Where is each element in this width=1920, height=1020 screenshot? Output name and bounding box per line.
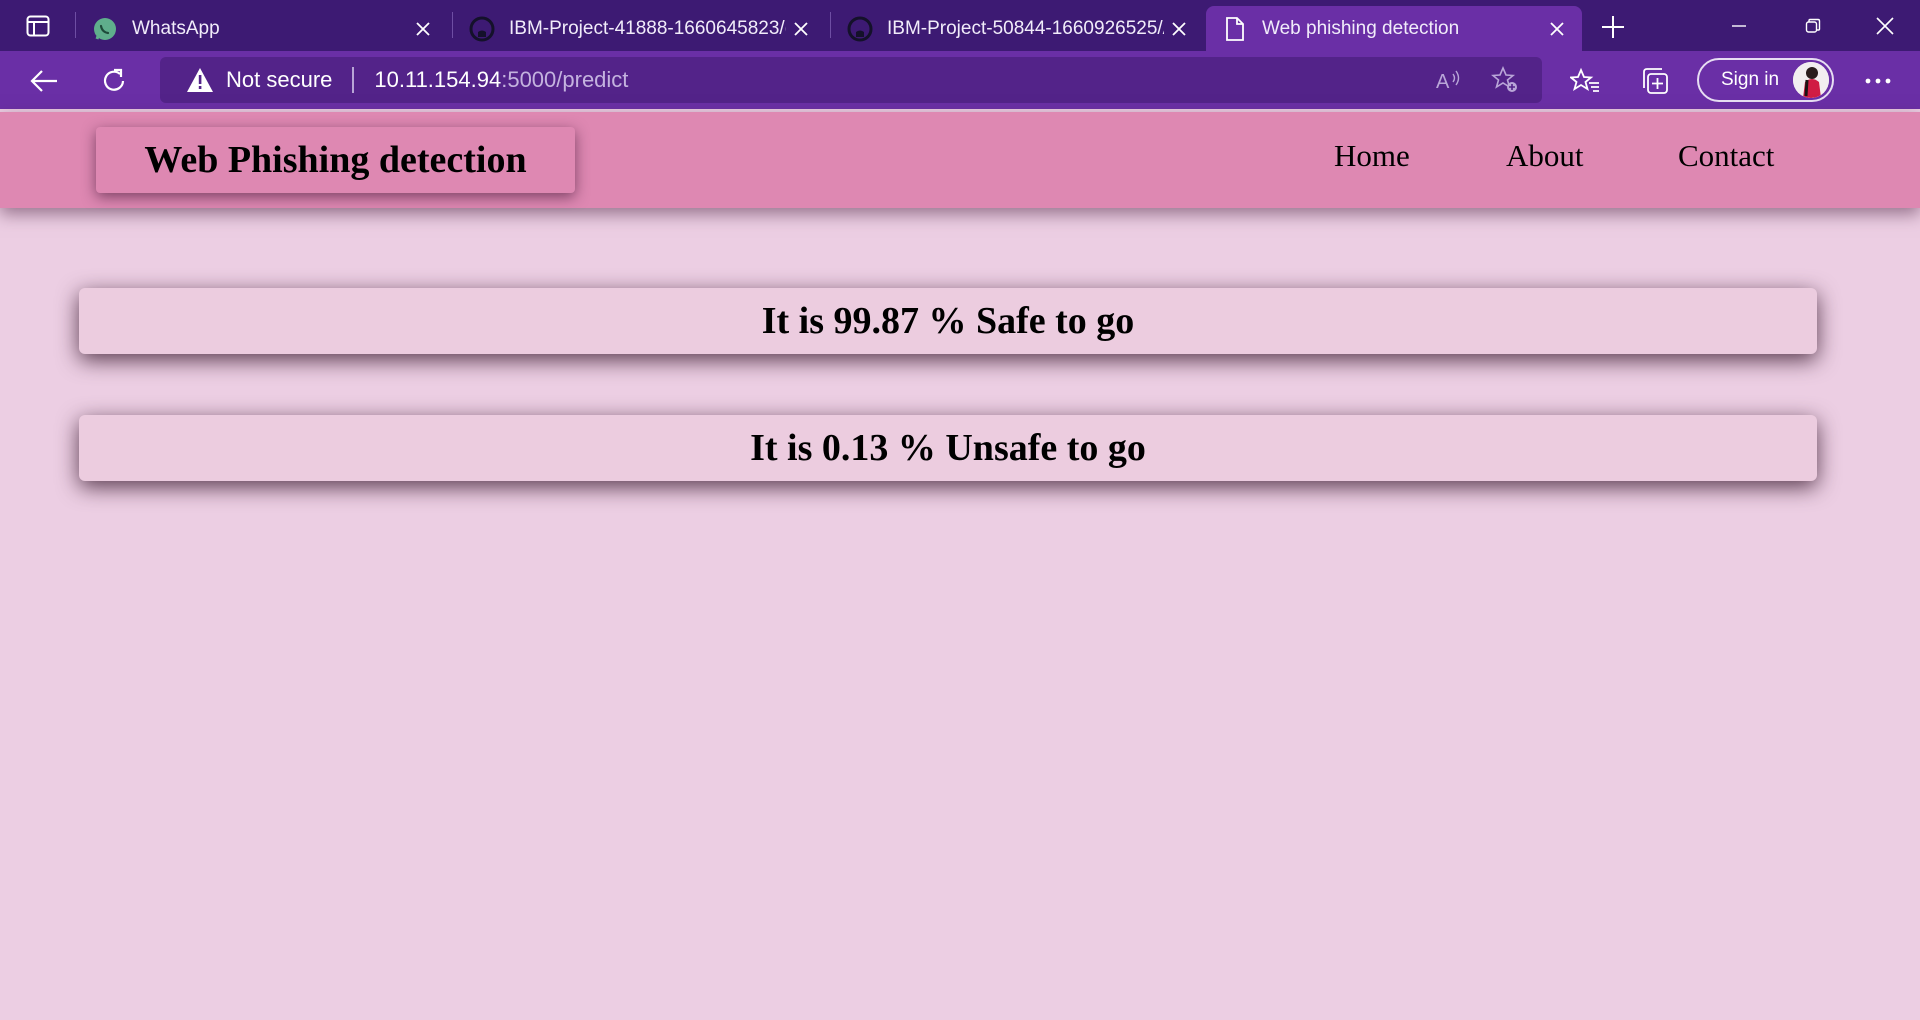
- security-status[interactable]: Not secure: [226, 67, 332, 93]
- favorites-button[interactable]: [1563, 59, 1607, 103]
- tab-title: IBM-Project-41888-1660645823/(: [509, 17, 786, 39]
- back-button[interactable]: [22, 59, 66, 103]
- address-divider: [352, 67, 355, 93]
- tab-actions-icon: [26, 15, 50, 37]
- close-tab-icon[interactable]: [786, 14, 816, 44]
- nav-contact-link[interactable]: Contact: [1678, 138, 1774, 174]
- plus-icon: [1602, 16, 1624, 38]
- refresh-button[interactable]: [92, 59, 136, 103]
- read-aloud-icon[interactable]: A: [1434, 65, 1464, 95]
- minimize-button[interactable]: [1702, 0, 1776, 51]
- new-tab-button[interactable]: [1596, 10, 1630, 44]
- more-icon: [1865, 78, 1891, 84]
- address-bar[interactable]: Not secure 10.11.154.94:5000/predict A: [160, 57, 1542, 103]
- tab-strip: WhatsApp IBM-Project-41888-1660645823/( …: [0, 0, 1920, 51]
- restore-icon: [1805, 18, 1821, 33]
- close-window-button[interactable]: [1848, 0, 1920, 51]
- sign-in-button[interactable]: Sign in: [1697, 58, 1834, 102]
- collections-button[interactable]: [1633, 59, 1677, 103]
- github-icon: [469, 16, 495, 42]
- close-window-icon: [1876, 16, 1894, 35]
- close-tab-icon[interactable]: [1542, 14, 1572, 44]
- safe-result: It is 99.87 % Safe to go: [79, 288, 1817, 354]
- svg-text:A: A: [1436, 71, 1450, 92]
- sign-in-label: Sign in: [1721, 69, 1780, 90]
- site-brand[interactable]: Web Phishing detection: [96, 127, 575, 193]
- url-host: 10.11.154.94: [374, 67, 502, 92]
- page-icon: [1222, 16, 1248, 42]
- collections-icon: [1643, 68, 1668, 94]
- nav-about-link[interactable]: About: [1506, 138, 1584, 174]
- warning-icon: [186, 66, 214, 94]
- tab-whatsapp[interactable]: WhatsApp: [76, 6, 448, 51]
- close-tab-icon[interactable]: [408, 14, 438, 44]
- back-arrow-icon: [30, 70, 57, 92]
- tab-github-project-41888[interactable]: IBM-Project-41888-1660645823/(: [453, 6, 826, 51]
- url-path: :5000/predict: [501, 67, 629, 92]
- tab-title: Web phishing detection: [1262, 17, 1460, 39]
- add-favorite-icon[interactable]: [1490, 65, 1520, 95]
- tab-title: WhatsApp: [132, 17, 220, 39]
- settings-more-button[interactable]: [1856, 59, 1900, 103]
- browser-toolbar: Not secure 10.11.154.94:5000/predict A S…: [0, 51, 1920, 109]
- tab-actions-button[interactable]: [16, 10, 60, 42]
- tab-github-project-50844[interactable]: IBM-Project-50844-1660926525/A: [831, 6, 1204, 51]
- favorites-icon: [1570, 67, 1599, 92]
- close-tab-icon[interactable]: [1164, 14, 1194, 44]
- site-header: Web Phishing detection Home About Contac…: [0, 112, 1920, 208]
- whatsapp-icon: [92, 16, 118, 42]
- github-icon: [847, 16, 873, 42]
- refresh-icon: [103, 68, 125, 91]
- restore-button[interactable]: [1776, 0, 1850, 51]
- avatar: [1793, 62, 1829, 98]
- tab-title: IBM-Project-50844-1660926525/A: [887, 17, 1164, 39]
- tab-web-phishing-detection[interactable]: Web phishing detection: [1206, 6, 1582, 51]
- unsafe-result: It is 0.13 % Unsafe to go: [79, 415, 1817, 481]
- nav-home-link[interactable]: Home: [1334, 138, 1410, 174]
- minimize-icon: [1732, 24, 1746, 27]
